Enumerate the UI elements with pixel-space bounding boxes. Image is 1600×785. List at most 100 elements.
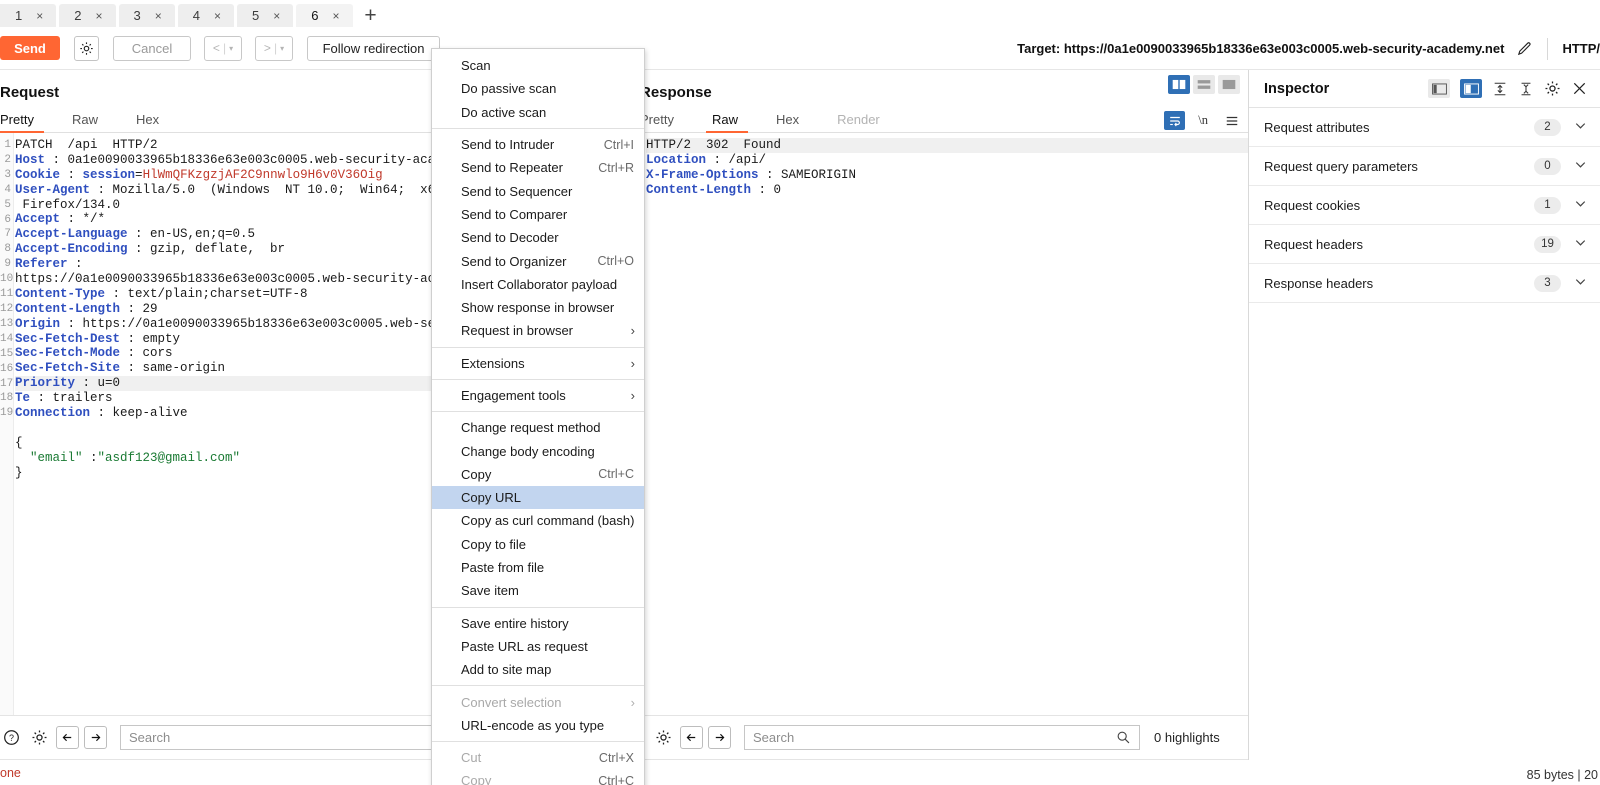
menu-item-add-to-site-map[interactable]: Add to site map xyxy=(432,658,644,681)
response-tab-raw[interactable]: Raw xyxy=(705,107,756,133)
expand-all-icon[interactable] xyxy=(1492,81,1508,97)
request-search-prev-button[interactable] xyxy=(56,726,79,749)
request-tab-hex[interactable]: Hex xyxy=(136,107,177,132)
inspector-header: Inspector xyxy=(1249,70,1600,108)
tab-close-icon[interactable]: × xyxy=(36,9,43,23)
inspector-section-response-headers[interactable]: Response headers 3 xyxy=(1249,264,1600,303)
menu-item-copy-as-curl-command-bash[interactable]: Copy as curl command (bash) xyxy=(432,509,644,532)
menu-item-send-to-decoder[interactable]: Send to Decoder xyxy=(432,226,644,249)
cancel-button: Cancel xyxy=(113,35,191,61)
chevron-down-icon[interactable] xyxy=(1573,274,1588,292)
menu-item-paste-from-file[interactable]: Paste from file xyxy=(432,556,644,579)
close-icon[interactable] xyxy=(1571,80,1588,97)
inspector-section-request-cookies[interactable]: Request cookies 1 xyxy=(1249,186,1600,225)
inspector-section-request-attributes[interactable]: Request attributes 2 xyxy=(1249,108,1600,147)
response-search-next-button[interactable] xyxy=(708,726,731,749)
menu-item-do-active-scan[interactable]: Do active scan xyxy=(432,101,644,124)
chevron-down-icon[interactable] xyxy=(1573,157,1588,175)
menu-item-do-passive-scan[interactable]: Do passive scan xyxy=(432,77,644,100)
request-tab-raw[interactable]: Raw xyxy=(72,107,116,132)
request-tab-pretty[interactable]: Pretty xyxy=(0,107,52,133)
follow-redirection-button[interactable]: Follow redirection xyxy=(307,35,440,61)
layout-toggle-horizontal-split[interactable] xyxy=(1193,75,1215,94)
inspector-dock-left-toggle[interactable] xyxy=(1428,79,1450,98)
menu-item-label: Scan xyxy=(461,58,491,74)
line-number: 13 xyxy=(0,317,13,330)
repeater-tab-3[interactable]: 3 × xyxy=(118,4,175,27)
chevron-down-icon[interactable] xyxy=(1573,118,1588,136)
menu-item-save-item[interactable]: Save item xyxy=(432,579,644,602)
chevron-down-icon[interactable] xyxy=(1573,235,1588,253)
inspector-section-request-headers[interactable]: Request headers 19 xyxy=(1249,225,1600,264)
menu-item-url-encode-as-you-type[interactable]: URL-encode as you type xyxy=(432,714,644,737)
menu-item-send-to-organizer[interactable]: Send to Organizer Ctrl+O xyxy=(432,249,644,272)
inspector-panel: Inspector Request attributes 2 Request q… xyxy=(1248,70,1600,760)
response-search-prev-button[interactable] xyxy=(680,726,703,749)
response-code[interactable]: HTTP/2 302 Found Location : /api/X-Frame-… xyxy=(646,133,1248,719)
menu-item-send-to-comparer[interactable]: Send to Comparer xyxy=(432,203,644,226)
repeater-tab-6[interactable]: 6 × xyxy=(296,4,353,29)
menu-item-paste-url-as-request[interactable]: Paste URL as request xyxy=(432,635,644,658)
tab-label: 2 xyxy=(74,8,82,23)
layout-toggle-tabbed-layout[interactable] xyxy=(1218,75,1240,94)
menu-item-cut: Cut Ctrl+X xyxy=(432,746,644,769)
menu-item-extensions[interactable]: Extensions › xyxy=(432,352,644,375)
menu-item-request-in-browser[interactable]: Request in browser › xyxy=(432,319,644,342)
newline-label[interactable]: \n xyxy=(1198,113,1208,128)
request-search-settings-gear-icon[interactable] xyxy=(28,726,51,749)
request-search-next-button[interactable] xyxy=(84,726,107,749)
request-line-numbers: 1 2 3 4 5 6 7 8 9 10 11 12 13 14 15 16 17 18 19 xyxy=(0,133,14,719)
response-tab-pretty[interactable]: Pretty xyxy=(640,107,692,132)
repeater-tab-4[interactable]: 4 × xyxy=(177,4,234,27)
menu-item-change-request-method[interactable]: Change request method xyxy=(432,416,644,439)
menu-item-save-entire-history[interactable]: Save entire history xyxy=(432,612,644,635)
repeater-tab-1[interactable]: 1 × xyxy=(0,4,57,27)
tab-close-icon[interactable]: × xyxy=(273,9,280,23)
menu-item-scan[interactable]: Scan xyxy=(432,54,644,77)
menu-item-label: Change body encoding xyxy=(461,443,595,459)
inspector-sections: Request attributes 2 Request query paramet… xyxy=(1249,108,1600,303)
collapse-all-icon[interactable] xyxy=(1518,81,1534,97)
menu-item-label: Show response in browser xyxy=(461,300,615,316)
menu-item-copy-to-file[interactable]: Copy to file xyxy=(432,533,644,556)
chevron-down-icon[interactable] xyxy=(1573,196,1588,214)
menu-item-shortcut: Ctrl+R xyxy=(598,160,634,175)
menu-item-copy[interactable]: Copy Ctrl+C xyxy=(432,463,644,486)
menu-item-send-to-sequencer[interactable]: Send to Sequencer xyxy=(432,179,644,202)
menu-item-change-body-encoding[interactable]: Change body encoding xyxy=(432,439,644,462)
context-menu: Scan Do passive scan Do active scan Send to… xyxy=(431,48,645,785)
menu-item-label: Extensions xyxy=(461,355,525,371)
response-tab-hex[interactable]: Hex xyxy=(776,107,817,132)
tab-close-icon[interactable]: × xyxy=(214,9,221,23)
layout-toggle-vertical-split[interactable] xyxy=(1168,75,1190,94)
inspector-dock-right-toggle[interactable] xyxy=(1460,79,1482,98)
help-icon[interactable]: ? xyxy=(0,726,23,749)
menu-item-show-response-in-browser[interactable]: Show response in browser xyxy=(432,296,644,319)
menu-item-copy-url[interactable]: Copy URL xyxy=(432,486,644,510)
history-forward-button: > | ▾ xyxy=(255,35,293,61)
inspector-settings-gear-icon[interactable] xyxy=(1544,80,1561,97)
tab-close-icon[interactable]: × xyxy=(95,9,102,23)
response-search-settings-gear-icon[interactable] xyxy=(652,726,675,749)
menu-item-engagement-tools[interactable]: Engagement tools › xyxy=(432,384,644,407)
tab-close-icon[interactable]: × xyxy=(332,9,339,23)
repeater-tab-5[interactable]: 5 × xyxy=(237,4,294,27)
hamburger-menu-icon[interactable] xyxy=(1221,111,1242,130)
send-settings-gear-icon[interactable] xyxy=(74,35,99,61)
menu-item-send-to-intruder[interactable]: Send to Intruder Ctrl+I xyxy=(432,133,644,156)
menu-item-insert-collaborator-payload[interactable]: Insert Collaborator payload xyxy=(432,273,644,296)
tab-close-icon[interactable]: × xyxy=(155,9,162,23)
new-tab-button[interactable]: + xyxy=(356,4,386,27)
response-editor[interactable]: HTTP/2 302 Found Location : /api/X-Frame-… xyxy=(640,133,1248,719)
response-search-input[interactable]: Search xyxy=(744,725,1140,750)
menu-item-send-to-repeater[interactable]: Send to Repeater Ctrl+R xyxy=(432,156,644,179)
inspector-section-request-query-parameters[interactable]: Request query parameters 0 xyxy=(1249,147,1600,186)
pencil-icon[interactable] xyxy=(1516,40,1533,57)
word-wrap-icon[interactable] xyxy=(1164,111,1186,130)
menu-separator xyxy=(432,346,644,348)
request-search-placeholder: Search xyxy=(129,730,171,745)
send-button[interactable]: Send xyxy=(0,36,60,60)
line-number: 14 xyxy=(0,332,13,345)
svg-text:?: ? xyxy=(9,733,14,743)
repeater-tab-2[interactable]: 2 × xyxy=(59,4,116,27)
